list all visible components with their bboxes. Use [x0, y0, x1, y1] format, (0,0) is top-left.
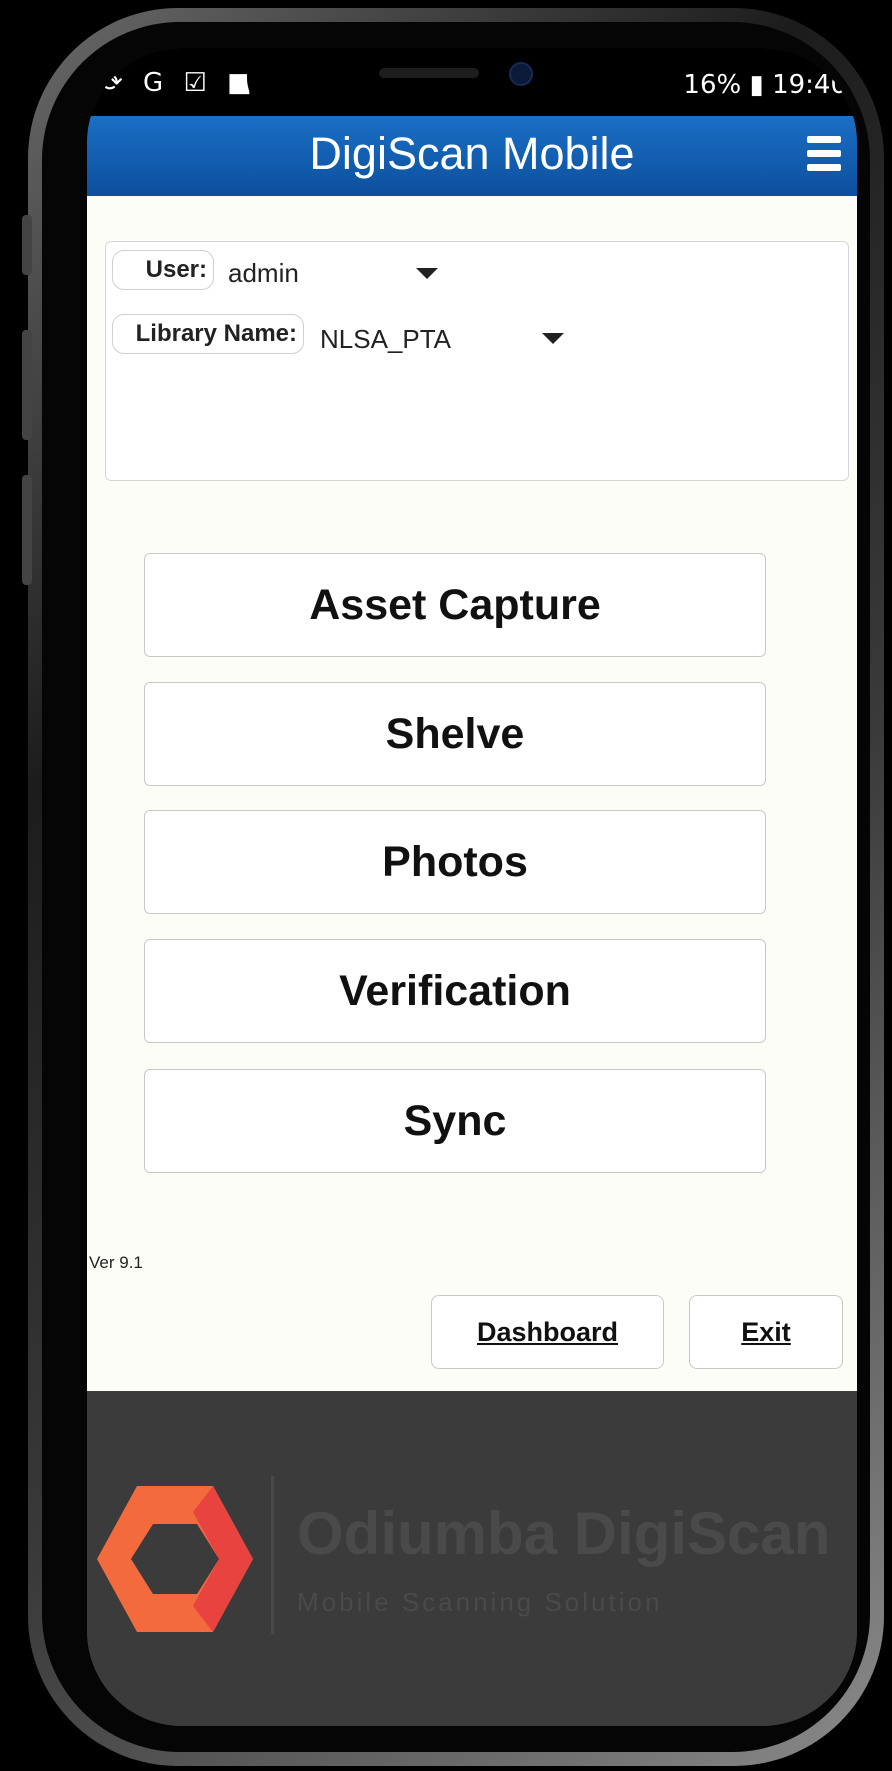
library-select-value[interactable]: NLSA_PTA	[320, 324, 451, 355]
clock: 19:40	[772, 70, 847, 100]
version-label: Ver 9.1	[89, 1253, 143, 1272]
speaker-grille	[379, 68, 479, 78]
verification-button[interactable]: Verification	[144, 939, 766, 1043]
brand-tagline: Mobile Scanning Solution	[297, 1587, 663, 1617]
phone-screen: ⟳ G ☑ ■ 16% ▮ 19:40 DigiScan Mobile User…	[87, 48, 857, 1726]
status-icons: ⟳ G ☑ ■	[101, 68, 258, 98]
main-content: User: admin Library Name: NLSA_PTA Asset…	[87, 196, 857, 1391]
user-select-value[interactable]: admin	[228, 258, 299, 289]
hamburger-menu-icon[interactable]	[807, 136, 841, 174]
app-header: DigiScan Mobile	[87, 116, 857, 196]
battery-percent: 16%	[683, 70, 742, 100]
sync-button[interactable]: Sync	[144, 1069, 766, 1173]
brand-divider	[271, 1476, 274, 1634]
library-dropdown-arrow-icon[interactable]	[542, 333, 564, 344]
front-camera-icon	[509, 62, 533, 86]
brand-name: Odiumba DigiScan	[297, 1500, 831, 1567]
dashboard-button[interactable]: Dashboard	[431, 1295, 664, 1369]
app-title: DigiScan Mobile	[309, 128, 635, 179]
asset-capture-button[interactable]: Asset Capture	[144, 553, 766, 657]
branding-area: Odiumba DigiScan Mobile Scanning Solutio…	[87, 1391, 857, 1726]
user-dropdown-arrow-icon[interactable]	[416, 268, 438, 279]
phone-side-button	[22, 215, 32, 275]
status-bar: ⟳ G ☑ ■ 16% ▮ 19:40	[87, 48, 857, 118]
odiumba-logo-icon	[97, 1486, 253, 1632]
status-right: 16% ▮ 19:40	[683, 70, 847, 100]
photos-button[interactable]: Photos	[144, 810, 766, 914]
shelve-button[interactable]: Shelve	[144, 682, 766, 786]
exit-button[interactable]: Exit	[689, 1295, 843, 1369]
login-panel: User: admin Library Name: NLSA_PTA	[105, 241, 849, 481]
battery-icon: ▮	[749, 70, 764, 100]
user-label: User:	[112, 250, 214, 290]
camera-notch	[247, 48, 667, 118]
phone-volume-up-button	[22, 330, 32, 440]
library-name-label: Library Name:	[112, 314, 304, 354]
phone-volume-down-button	[22, 475, 32, 585]
